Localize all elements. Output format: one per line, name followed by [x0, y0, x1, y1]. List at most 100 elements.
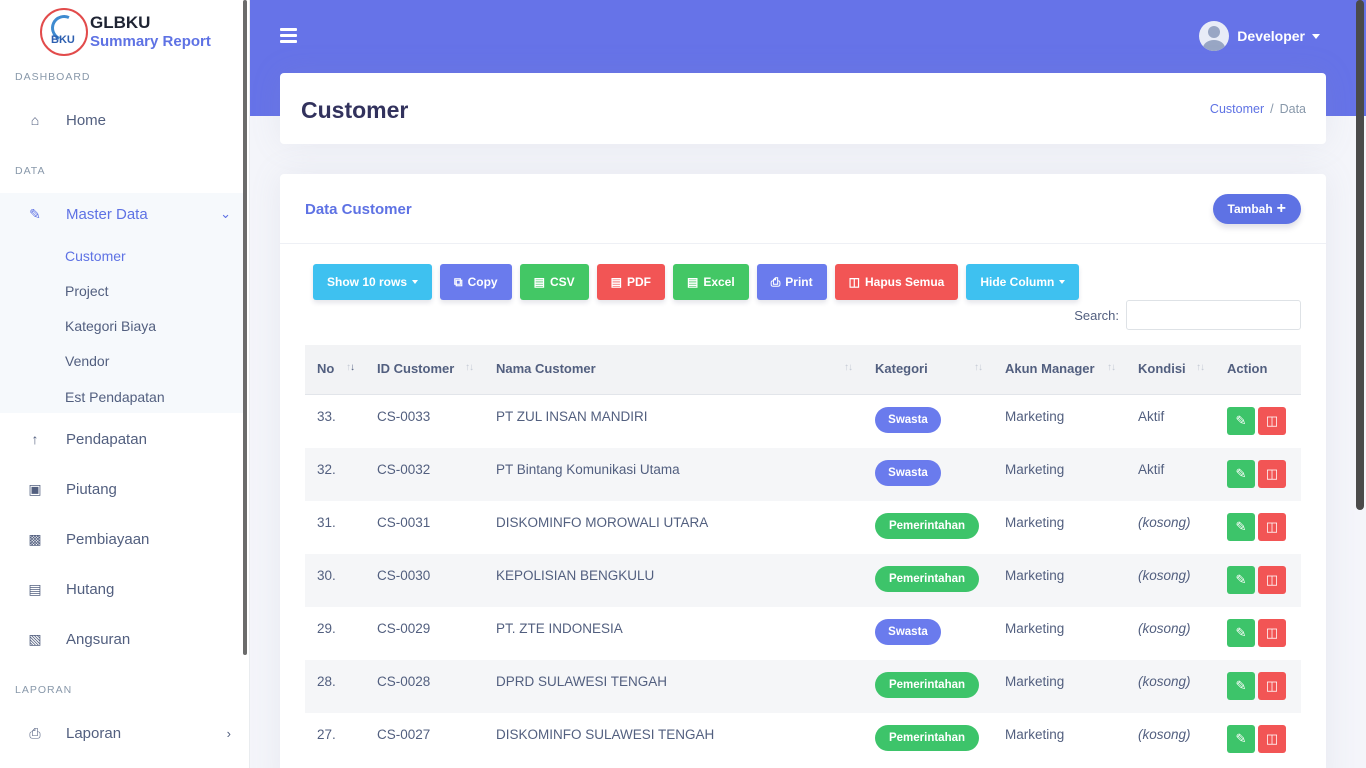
customer-table: No ↑↓ ID Customer ↑↓ Nama Customer ↑↓ Ka… [305, 345, 1301, 766]
caret-down-icon [1312, 33, 1320, 39]
pdf-button[interactable]: ▤ PDF [596, 264, 665, 300]
copy-button[interactable]: ⧉ Copy [440, 264, 512, 300]
sidebar-item-master-data[interactable]: ✎ Master Data ⌄ [0, 193, 245, 235]
sidebar-item-label: Pendapatan [66, 430, 147, 448]
table-row: 31. CS-0031 DISKOMINFO MOROWALI UTARA Marke… [305, 501, 1301, 554]
print-icon: ⎙ [770, 274, 781, 289]
sidebar-heading-data: DATA [15, 165, 46, 177]
sidebar-subitem-vendor[interactable]: Vendor [65, 353, 109, 369]
table-row: 30. CS-0030 KEPOLISIAN BENGKULU Marketing (k… [305, 554, 1301, 607]
col-kategori[interactable]: Kategori [875, 361, 928, 376]
hide-column-button[interactable]: Hide Column [966, 264, 1080, 300]
pencil-icon: ✎ [1235, 413, 1247, 428]
breadcrumb-link-customer[interactable]: Customer [1210, 102, 1264, 116]
sidebar-subitem-project[interactable]: Project [65, 283, 109, 299]
cell-akun: Marketing [1005, 462, 1065, 477]
sort-icon[interactable]: ↑↓ [844, 362, 853, 373]
col-action: Action [1227, 361, 1268, 376]
col-nama[interactable]: Nama Customer [496, 361, 596, 376]
cell-akun: Marketing [1005, 515, 1065, 530]
sidebar-subitem-kategori-biaya[interactable]: Kategori Biaya [65, 318, 156, 334]
cell-akun: Marketing [1005, 621, 1065, 636]
brand[interactable]: BKU GLBKU Summary Report [40, 7, 211, 57]
cell-kondisi: (kosong) [1138, 568, 1191, 583]
sidebar-item-pembiayaan[interactable]: ▩ Pembiayaan [0, 518, 245, 560]
trash-icon: ◫ [1265, 731, 1279, 746]
col-kondisi[interactable]: Kondisi [1138, 361, 1186, 376]
edit-button[interactable]: ✎ [1227, 619, 1255, 647]
edit-button[interactable]: ✎ [1227, 407, 1255, 435]
csv-button[interactable]: ▤ CSV [519, 264, 589, 300]
sidebar-item-home[interactable]: ⌂ Home [0, 99, 245, 141]
cell-id: CS-0027 [377, 727, 431, 742]
delete-button[interactable]: ◫ [1258, 619, 1286, 647]
col-id[interactable]: ID Customer [377, 361, 454, 376]
sidebar-item-piutang[interactable]: ▣ Piutang [0, 468, 245, 510]
sidebar-item-angsuran[interactable]: ▧ Angsuran [0, 618, 245, 660]
file-pdf-icon: ▤ [610, 275, 622, 289]
sort-icon[interactable]: ↑↓ [1107, 362, 1116, 373]
file-csv-icon: ▤ [533, 275, 545, 289]
table-row: 29. CS-0029 PT. ZTE INDONESIA Marketing (kos… [305, 607, 1301, 660]
data-card: Data Customer Tambah + Show 10 rows ⧉ Copy… [280, 174, 1326, 768]
sort-icon[interactable]: ↑↓ [346, 362, 355, 373]
sidebar-subitem-customer[interactable]: Customer [65, 248, 126, 264]
cell-kondisi: Aktif [1138, 409, 1165, 424]
sidebar-item-label: Piutang [66, 480, 117, 498]
user-menu[interactable]: Developer [1199, 21, 1320, 51]
delete-all-button[interactable]: ◫ Hapus Semua [834, 264, 959, 300]
cell-nama: KEPOLISIAN BENGKULU [496, 568, 655, 583]
edit-button[interactable]: ✎ [1227, 513, 1255, 541]
excel-button[interactable]: ▤ Excel [672, 264, 749, 300]
edit-button[interactable]: ✎ [1227, 566, 1255, 594]
sort-icon[interactable]: ↑↓ [974, 362, 983, 373]
delete-button[interactable]: ◫ [1258, 672, 1286, 700]
menu-toggle-icon[interactable] [280, 28, 297, 43]
delete-button[interactable]: ◫ [1258, 407, 1286, 435]
delete-button[interactable]: ◫ [1258, 460, 1286, 488]
trash-icon: ◫ [1265, 413, 1279, 428]
col-no[interactable]: No [317, 361, 334, 376]
edit-button[interactable]: ✎ [1227, 725, 1255, 753]
file-excel-icon: ▤ [686, 275, 699, 289]
money-bill-icon: ▩ [28, 530, 42, 547]
page-scrollbar[interactable] [1356, 0, 1364, 510]
plus-icon: + [1276, 200, 1286, 217]
print-button[interactable]: ⎙ Print [756, 264, 827, 300]
pencil-icon: ✎ [1235, 731, 1247, 746]
category-badge: Swasta [875, 407, 941, 433]
sidebar-item-label: Hutang [66, 580, 115, 598]
edit-button[interactable]: ✎ [1227, 460, 1255, 488]
category-badge: Swasta [875, 619, 941, 645]
sidebar-item-label: Angsuran [66, 630, 131, 648]
user-name: Developer [1237, 28, 1305, 44]
cell-kondisi: Aktif [1138, 462, 1165, 477]
add-button[interactable]: Tambah + [1212, 194, 1301, 224]
cell-akun: Marketing [1005, 674, 1065, 689]
card-title: Data Customer [305, 201, 412, 218]
cell-id: CS-0030 [377, 568, 431, 583]
sidebar-scrollbar[interactable] [243, 0, 247, 655]
sidebar-item-laporan[interactable]: ⎙ Laporan › [0, 712, 245, 754]
sort-icon[interactable]: ↑↓ [465, 362, 474, 373]
category-badge: Pemerintahan [875, 566, 979, 592]
sidebar-item-pendapatan[interactable]: ↑ Pendapatan [0, 418, 245, 460]
arrow-up-icon: ↑ [31, 431, 39, 447]
search-input[interactable] [1126, 300, 1301, 330]
delete-button[interactable]: ◫ [1258, 513, 1286, 541]
sidebar-subitem-est-pendapatan[interactable]: Est Pendapatan [65, 389, 165, 405]
pencil-icon: ✎ [1235, 678, 1247, 693]
edit-button[interactable]: ✎ [1227, 672, 1255, 700]
sort-icon[interactable]: ↑↓ [1196, 362, 1205, 373]
col-akun[interactable]: Akun Manager [1005, 361, 1095, 376]
cell-akun: Marketing [1005, 568, 1065, 583]
sidebar-item-hutang[interactable]: ▤ Hutang [0, 568, 245, 610]
cell-no: 32. [317, 462, 336, 477]
delete-button[interactable]: ◫ [1258, 566, 1286, 594]
chevron-down-icon: ⌄ [220, 206, 231, 221]
delete-button[interactable]: ◫ [1258, 725, 1286, 753]
cell-nama: DISKOMINFO SULAWESI TENGAH [496, 727, 715, 742]
show-rows-button[interactable]: Show 10 rows [313, 264, 433, 300]
cell-no: 30. [317, 568, 336, 583]
category-badge: Pemerintahan [875, 725, 979, 751]
